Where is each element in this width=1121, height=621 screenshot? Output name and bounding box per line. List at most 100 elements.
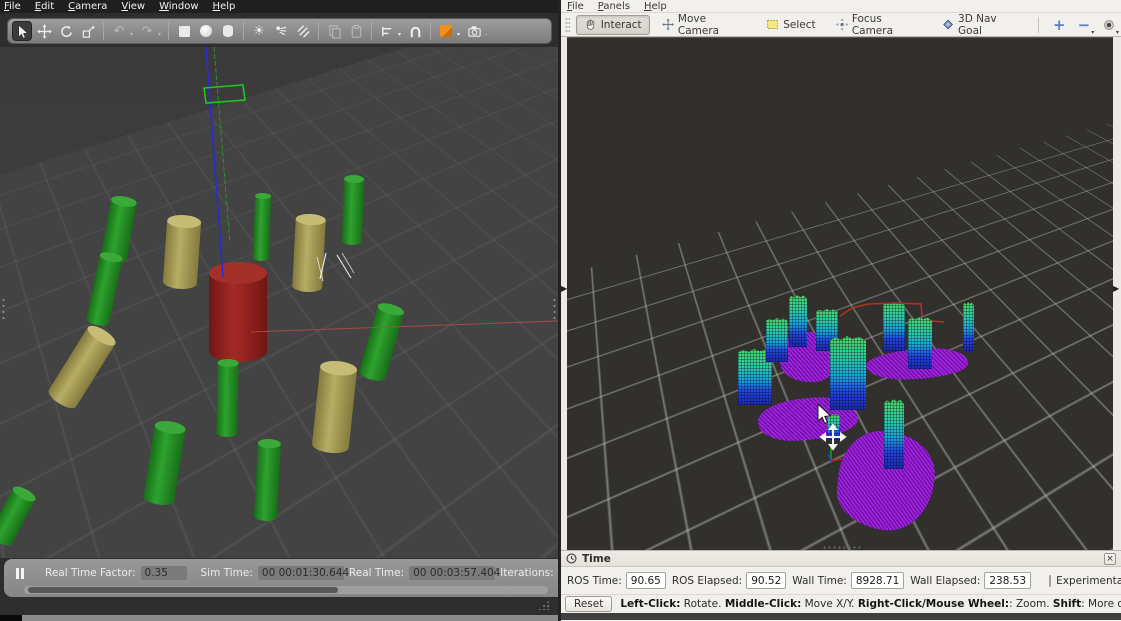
dropdown-icon: ▾ (1115, 28, 1119, 36)
wall-time-input[interactable]: 8928.71 (850, 572, 905, 589)
ros-elapsed-input[interactable]: 90.52 (746, 572, 787, 589)
pause-button[interactable] (16, 567, 24, 579)
cylinder-green[interactable] (216, 358, 239, 438)
cylinder-khaki[interactable] (311, 359, 358, 455)
cylinder-green[interactable] (85, 250, 124, 328)
time-panel-header: Time × (561, 550, 1121, 567)
add-tool-button[interactable]: + (1049, 15, 1070, 35)
cylinder-green[interactable] (341, 174, 365, 246)
time-panel-fields: ROS Time: 90.65 ROS Elapsed: 90.52 Wall … (561, 567, 1121, 594)
desktop-strip (561, 613, 1121, 620)
interact-tool-button[interactable]: Interact (575, 14, 650, 35)
focus-camera-tool-label: Focus Camera (851, 12, 894, 37)
plus-icon: + (1052, 15, 1066, 34)
menu-window[interactable]: Window (159, 1, 198, 13)
move-camera-tool-button[interactable]: Move Camera (654, 13, 755, 37)
rviz-main: ▶ ▶ (561, 37, 1121, 550)
right-panel-collapsed[interactable]: ▶ (1113, 37, 1121, 550)
wall-elapsed-input[interactable]: 238.53 (984, 572, 1032, 589)
selection-box-icon (767, 20, 778, 29)
menu-edit[interactable]: Edit (35, 1, 54, 13)
toolbar-separator (103, 22, 104, 40)
close-time-panel-button[interactable]: × (1104, 552, 1116, 565)
experimental-label: Experimental (1056, 574, 1121, 587)
redo-dropdown-icon[interactable]: ▾ (158, 31, 161, 38)
expand-right-panel-icon[interactable]: ▶ (1113, 284, 1119, 293)
toolbar-overflow-icon[interactable]: - (485, 31, 487, 38)
copy-icon[interactable] (324, 21, 344, 41)
pointcloud-tower (883, 302, 905, 351)
wall-time-label: Wall Time: (792, 574, 847, 587)
rviz-statusbar: Reset Left-Click: Rotate. Middle-Click: … (561, 594, 1121, 613)
menu-camera[interactable]: Camera (68, 1, 107, 13)
resize-grip-icon[interactable] (538, 600, 550, 610)
spot-light-icon[interactable] (271, 21, 291, 41)
gazebo-window: File Edit Camera View Window Help ↶ ▾ ↷ … (0, 0, 558, 621)
gazebo-window-footer (0, 598, 558, 615)
hand-icon (586, 19, 594, 30)
horizontal-scrollbar[interactable] (24, 586, 548, 594)
ros-time-input[interactable]: 90.65 (625, 572, 666, 589)
menu-file[interactable]: File (567, 1, 584, 12)
align-dropdown-icon[interactable]: ▾ (398, 31, 401, 38)
redo-icon[interactable]: ↷ (137, 21, 157, 41)
select-tool-button[interactable]: Select (758, 15, 823, 35)
menu-view[interactable]: View (121, 1, 145, 13)
menu-file[interactable]: File (4, 1, 21, 13)
scene-objects (0, 47, 558, 558)
rotate-icon[interactable] (56, 21, 76, 41)
experimental-checkbox[interactable] (1049, 574, 1052, 587)
rviz-window: File Panels Help Interact Move Camera Se… (561, 0, 1121, 621)
cylinder-khaki[interactable] (45, 322, 119, 412)
reset-button[interactable]: Reset (565, 596, 613, 612)
rviz-toolbar: Interact Move Camera Select Focus Camera… (561, 13, 1121, 37)
select-arrow-icon[interactable] (12, 21, 32, 41)
scrollbar-handle[interactable] (28, 587, 338, 593)
cylinder-green[interactable] (357, 300, 406, 384)
insert-sphere-icon[interactable] (196, 21, 216, 41)
rviz-3d-viewport[interactable] (567, 37, 1113, 550)
insert-box-icon[interactable] (174, 21, 194, 41)
screenshot-icon[interactable] (464, 21, 484, 41)
undo-dropdown-icon[interactable]: ▾ (130, 31, 133, 38)
point-light-icon[interactable]: ☀ (249, 21, 269, 41)
toolbar-separator (243, 22, 245, 40)
insert-cylinder-icon[interactable] (218, 21, 238, 41)
align-icon[interactable] (377, 21, 397, 41)
right-panel-grip[interactable] (552, 297, 557, 323)
menu-panels[interactable]: Panels (598, 1, 630, 12)
gazebo-menubar: File Edit Camera View Window Help (0, 0, 558, 13)
menu-help[interactable]: Help (213, 1, 236, 13)
panel-splitter-grip[interactable] (822, 546, 862, 549)
focus-camera-tool-button[interactable]: Focus Camera (828, 12, 930, 37)
pointcloud-tower (766, 318, 788, 362)
cylinder-red[interactable] (209, 262, 267, 362)
translate-icon[interactable] (34, 21, 54, 41)
toolbar-grip[interactable] (565, 16, 570, 33)
left-panel-grip[interactable] (1, 297, 6, 323)
toolbar-separator (168, 22, 170, 40)
cylinder-khaki[interactable] (291, 213, 327, 293)
cylinder-green[interactable] (252, 192, 272, 262)
cylinder-green[interactable] (142, 419, 187, 507)
snap-icon[interactable] (405, 21, 425, 41)
menu-help[interactable]: Help (644, 1, 667, 12)
minus-icon: − (1077, 15, 1091, 34)
pointcloud-tower (884, 399, 904, 469)
undo-icon[interactable]: ↶ (109, 21, 129, 41)
directional-light-icon[interactable] (293, 21, 313, 41)
desktop-strip (0, 615, 558, 621)
select-tool-label: Select (783, 18, 816, 31)
view-angle-dropdown-icon[interactable]: ▾ (457, 31, 460, 38)
gazebo-statusbar: Real Time Factor: 0.35 Sim Time: 00 00:0… (0, 558, 558, 598)
gazebo-3d-viewport[interactable] (0, 47, 558, 558)
nav-goal-tool-button[interactable]: 3D Nav Goal (934, 13, 1028, 37)
scale-icon[interactable] (78, 21, 98, 41)
view-angle-icon[interactable] (436, 21, 456, 41)
cylinder-green[interactable] (253, 438, 282, 522)
cylinder-green[interactable] (0, 483, 38, 549)
remove-tool-button[interactable]: − ▾ (1074, 15, 1095, 36)
tool-properties-button[interactable]: ▾ (1098, 15, 1119, 36)
cylinder-khaki[interactable] (162, 213, 202, 291)
paste-icon[interactable] (346, 21, 366, 41)
